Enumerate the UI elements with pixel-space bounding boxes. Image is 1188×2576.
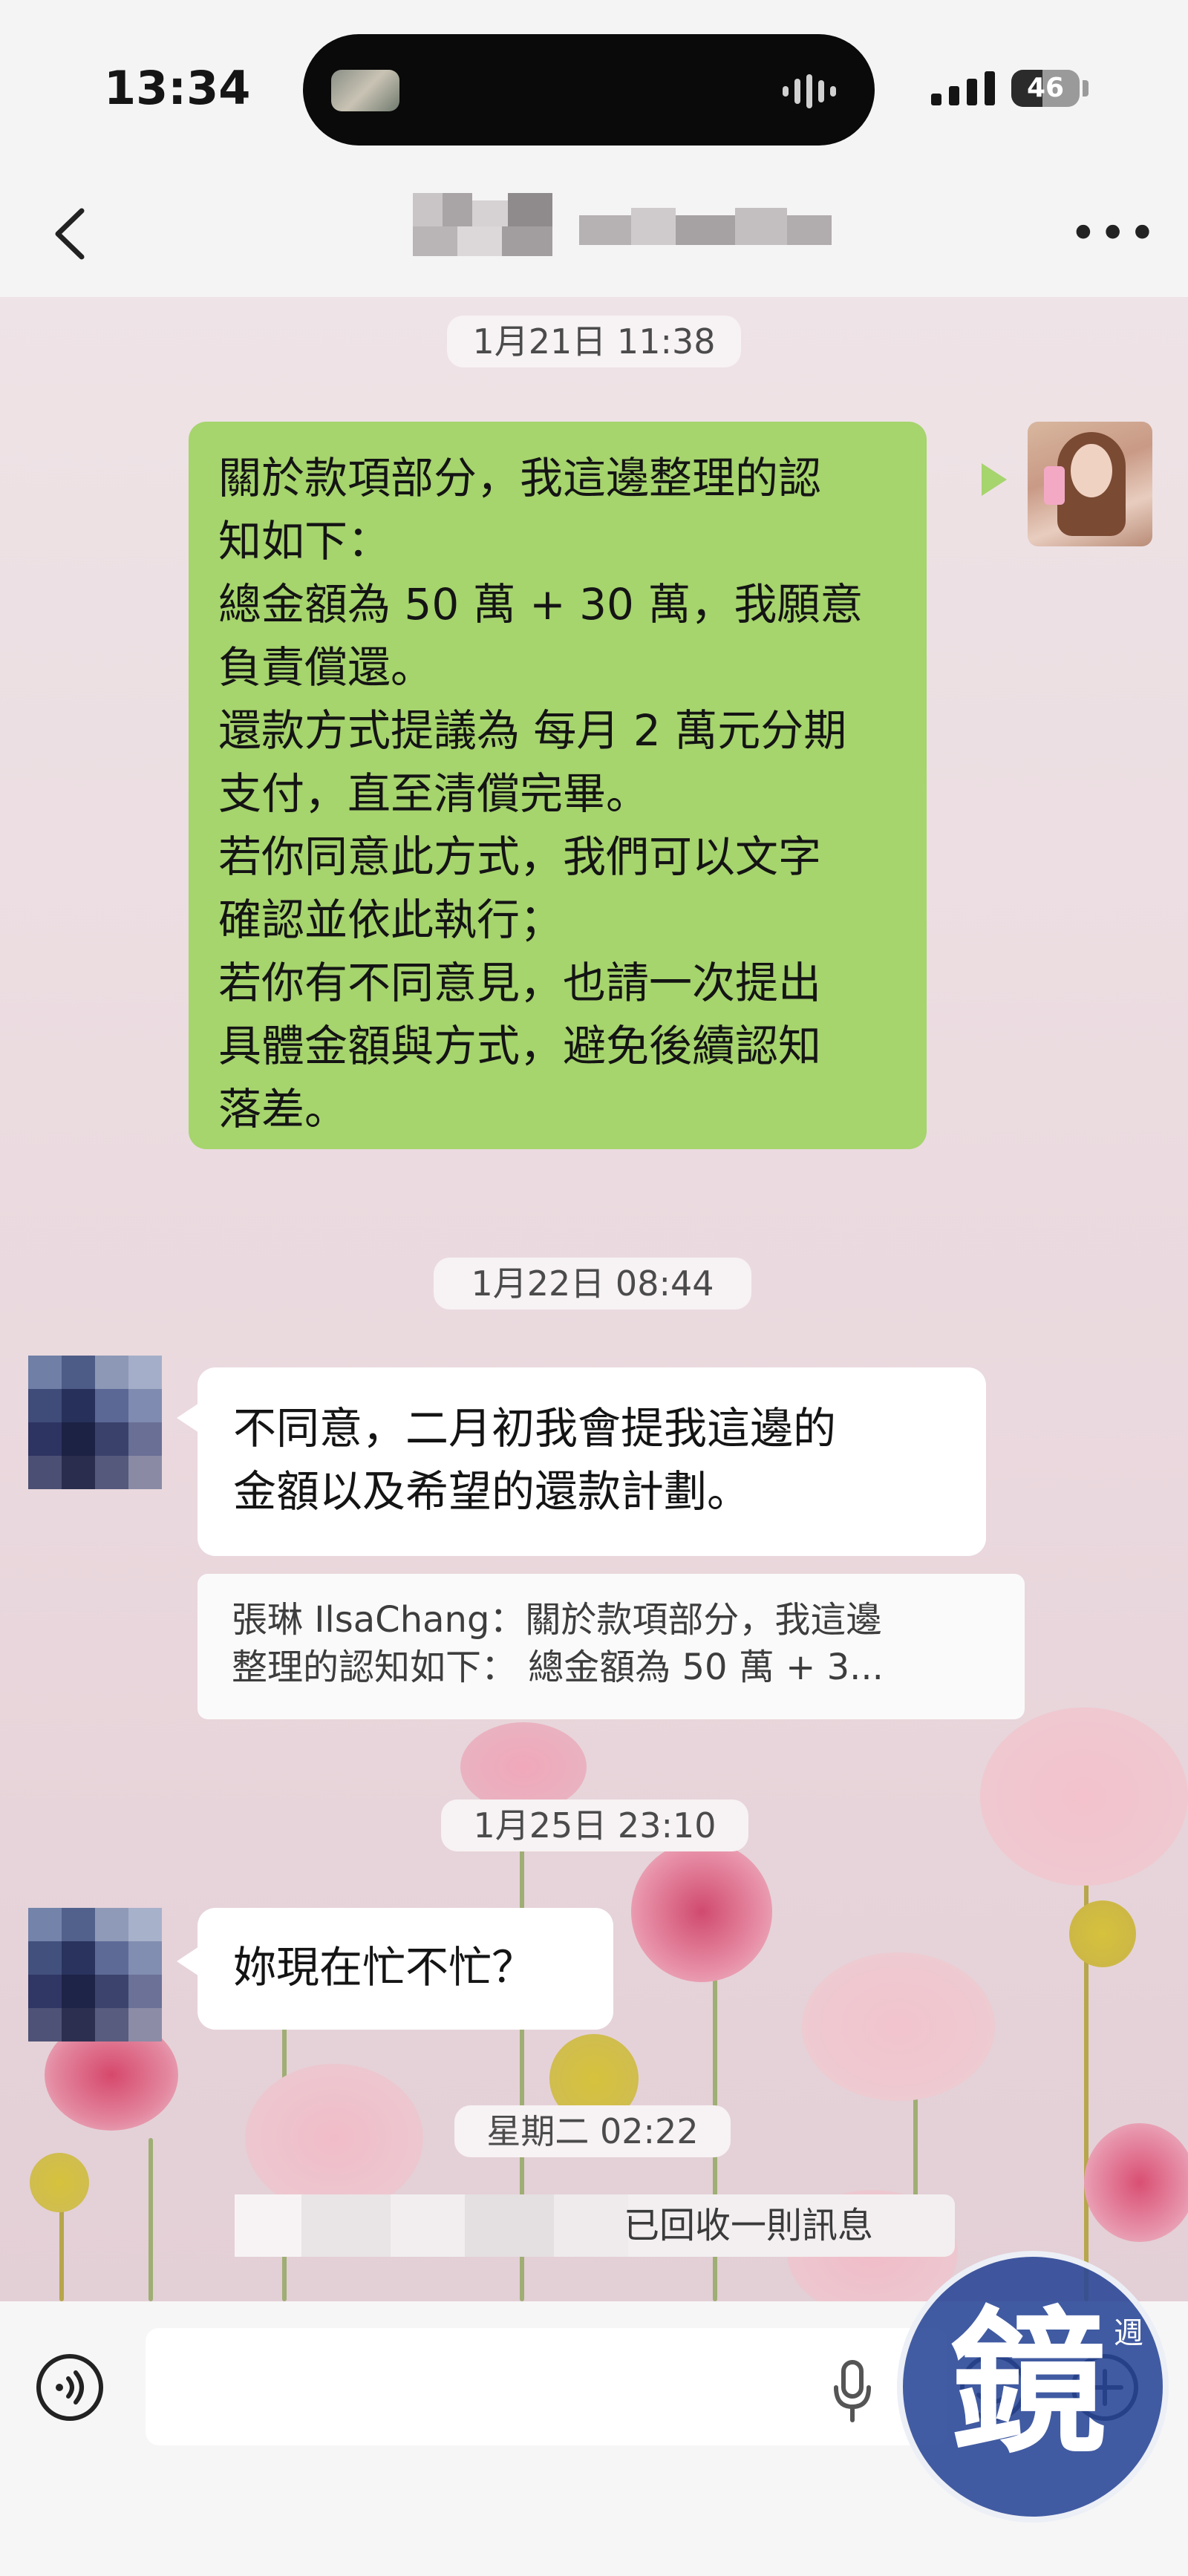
battery-percent: 46 (1026, 73, 1065, 103)
audio-wave-icon (783, 74, 836, 108)
now-playing-artwork (331, 70, 399, 111)
message-input[interactable] (146, 2328, 947, 2445)
sent-bubble-tail (982, 463, 1007, 496)
contact-avatar[interactable] (28, 1908, 162, 2041)
my-avatar[interactable] (1028, 422, 1152, 546)
signal-icon (931, 71, 995, 105)
chat-header: ••• (0, 171, 1188, 298)
voice-message-icon[interactable] (34, 2352, 105, 2423)
status-time: 13:34 (104, 61, 251, 115)
sent-message[interactable]: 關於款項部分，我這邊整理的認 知如下： 總金額為 50 萬 + 30 萬，我願意… (189, 422, 927, 1149)
date-divider: 星期二 02:22 (454, 2105, 731, 2157)
more-options-icon[interactable]: ••• (1069, 208, 1156, 260)
date-divider: 1月25日 23:10 (441, 1799, 748, 1851)
date-divider: 1月21日 11:38 (447, 316, 741, 367)
avatar-face (1071, 444, 1112, 497)
back-arrow-icon[interactable] (42, 200, 101, 267)
watermark-small-character: 週 (1114, 2316, 1143, 2350)
recalled-message-label: 已回收一則訊息 (624, 2205, 874, 2246)
received-message[interactable]: 不同意，二月初我會提我這邊的 金額以及希望的還款計劃。 (198, 1367, 986, 1556)
battery-icon: 46 (1011, 70, 1080, 107)
watermark-character: 鏡 (950, 2291, 1106, 2474)
received-bubble-tail (177, 1403, 199, 1433)
date-divider: 1月22日 08:44 (434, 1258, 751, 1310)
avatar-phone (1044, 466, 1065, 505)
received-message[interactable]: 妳現在忙不忙？ (198, 1908, 613, 2030)
reply-quote[interactable]: 張琳 IlsaChang：關於款項部分，我這邊 整理的認知如下： 總金額為 50… (198, 1574, 1025, 1719)
microphone-icon[interactable] (830, 2358, 875, 2425)
received-bubble-tail (177, 1946, 199, 1976)
battery-nub (1083, 80, 1089, 97)
contact-avatar[interactable] (28, 1356, 162, 1489)
